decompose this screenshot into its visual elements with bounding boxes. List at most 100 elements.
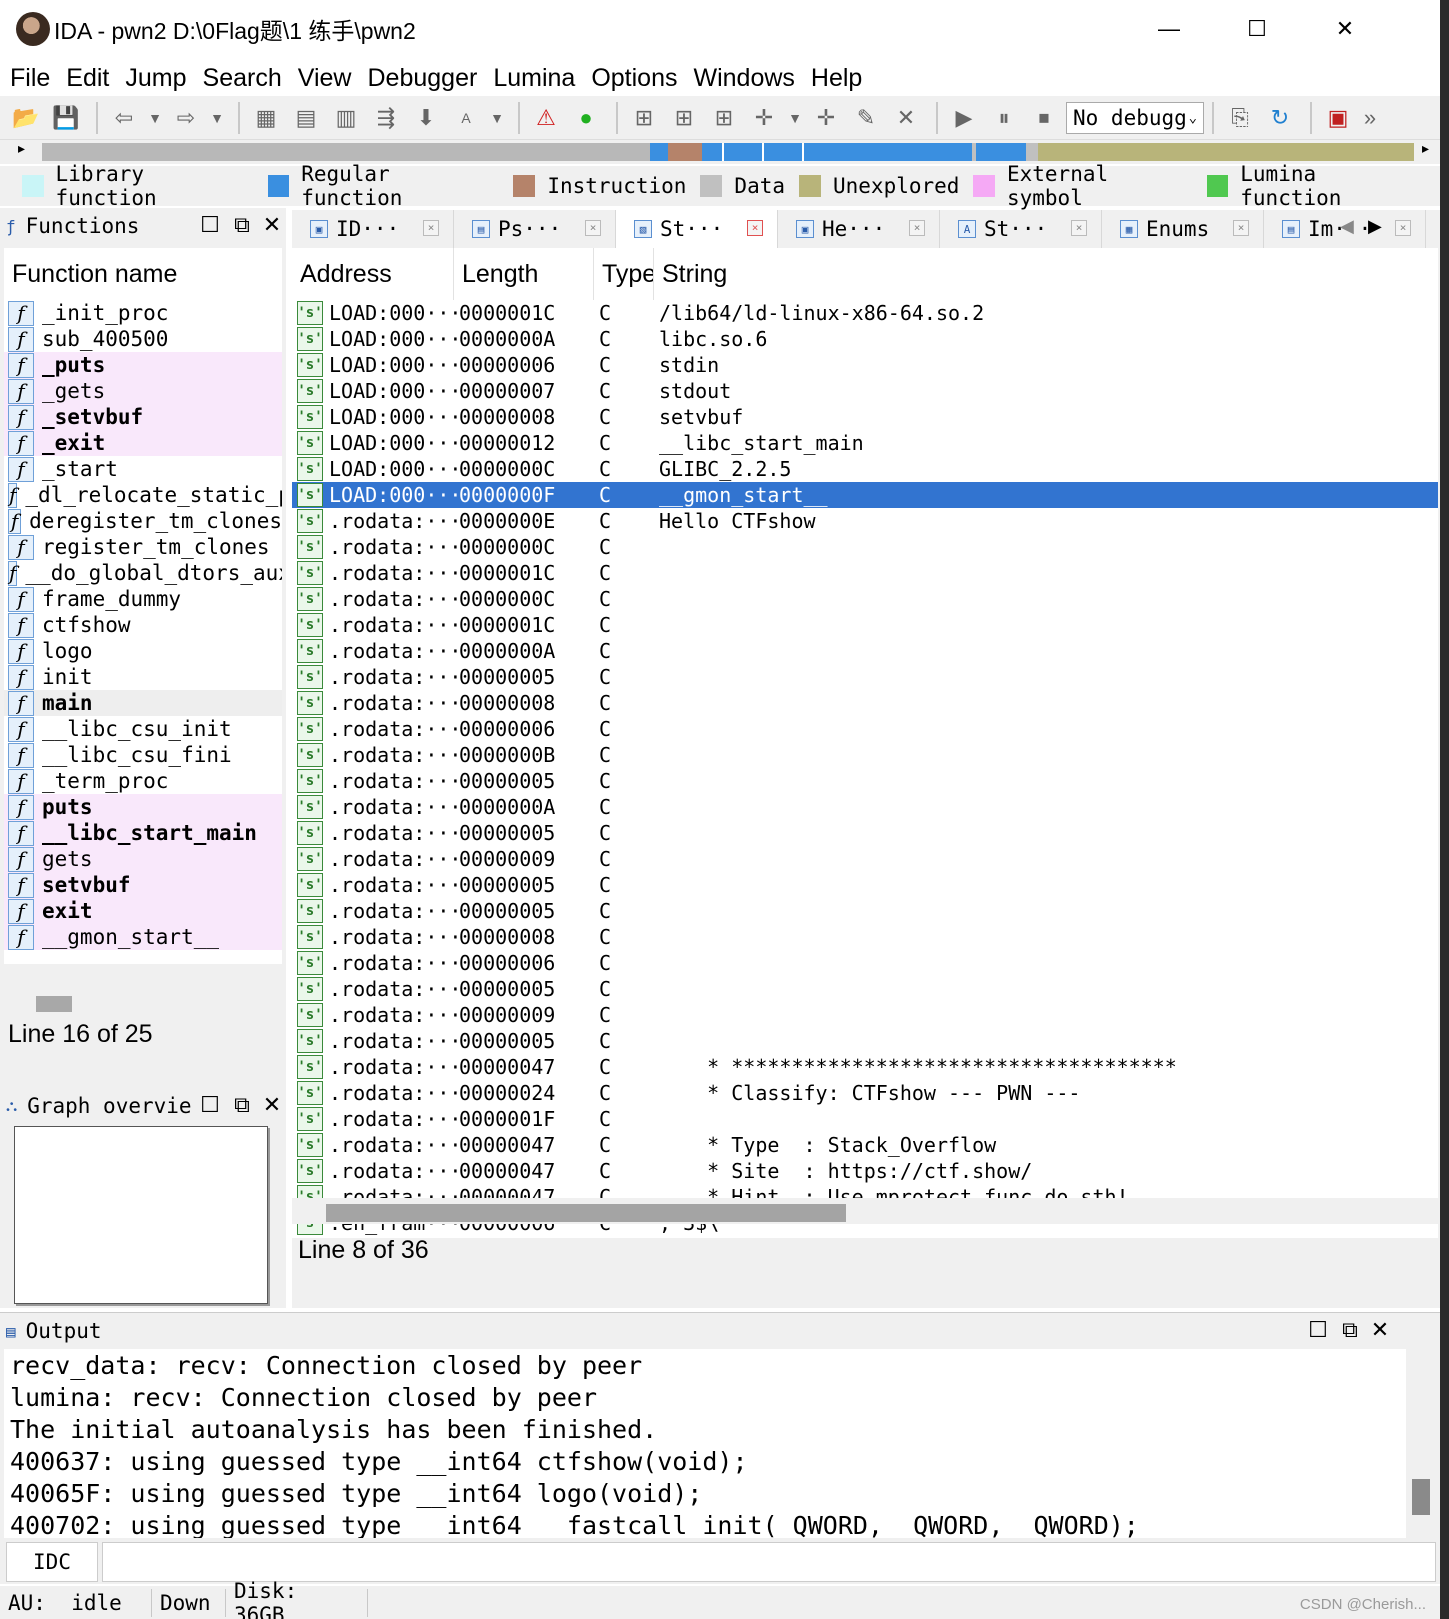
function-row[interactable]: f deregister_tm_clones xyxy=(4,508,282,534)
green-circle-icon[interactable]: ● xyxy=(568,101,604,135)
tab-view[interactable]: ▣ He··· × xyxy=(778,210,940,248)
string-row[interactable]: 's' LOAD:000··· 0000000A Clibc.so.6 xyxy=(292,326,1438,352)
function-row[interactable]: f sub_400500 xyxy=(4,326,282,352)
string-row[interactable]: 's' LOAD:000··· 0000000F C __gmon_start__ xyxy=(292,482,1438,508)
stop-icon[interactable]: ⏹ xyxy=(1026,101,1062,135)
open-folder-icon[interactable]: 📂 xyxy=(8,101,44,135)
back-arrow-icon[interactable]: ⇦ xyxy=(106,101,142,135)
tab-view[interactable]: ▤ Ps··· × xyxy=(454,210,616,248)
processor-options-icon[interactable]: ▣ xyxy=(1320,101,1356,135)
tab-view[interactable]: ▧ St··· × xyxy=(616,210,778,248)
hex-view-icon[interactable]: ▦ xyxy=(248,101,284,135)
tab-close-icon[interactable]: × xyxy=(747,220,763,236)
string-row[interactable]: 's' LOAD:000··· 00000007 Cstdout xyxy=(292,378,1438,404)
save-icon[interactable]: 💾 xyxy=(48,101,84,135)
function-row[interactable]: f puts xyxy=(4,794,282,820)
scrollbar-thumb[interactable] xyxy=(36,996,72,1012)
segment-dropdown-icon[interactable]: ▼ xyxy=(786,101,804,135)
string-row[interactable]: 's' .rodata:··· 00000006 C xyxy=(292,716,1438,742)
strings-table[interactable]: Address Length Type String 's' LOAD:000··… xyxy=(292,248,1438,1238)
tab-close-icon[interactable]: × xyxy=(909,220,925,236)
forward-arrow-icon[interactable]: ⇨ xyxy=(168,101,204,135)
function-row[interactable]: f register_tm_clones xyxy=(4,534,282,560)
output-log[interactable]: recv_data: recv: Connection closed by pe… xyxy=(4,1349,1406,1543)
function-row[interactable]: f _exit xyxy=(4,430,282,456)
horizontal-scrollbar[interactable] xyxy=(292,1198,1438,1224)
string-row[interactable]: 's' .rodata:··· 0000000C C xyxy=(292,586,1438,612)
vertical-scrollbar[interactable] xyxy=(1408,1349,1436,1543)
scrollbar-thumb[interactable] xyxy=(326,1204,846,1222)
tab-close-icon[interactable]: × xyxy=(423,220,439,236)
tab-close-icon[interactable]: × xyxy=(585,220,601,236)
navigation-strip[interactable] xyxy=(42,143,1414,161)
string-row[interactable]: 's' .rodata:··· 00000005 C xyxy=(292,664,1438,690)
string-row[interactable]: 's' LOAD:000··· 0000000C C GLIBC_2.2.5 xyxy=(292,456,1438,482)
string-literal-icon[interactable]: A xyxy=(448,101,484,135)
idc-language-button[interactable]: IDC xyxy=(6,1542,98,1582)
function-row[interactable]: f logo xyxy=(4,638,282,664)
menu-view[interactable]: View xyxy=(298,64,352,93)
function-row[interactable]: f setvbuf xyxy=(4,872,282,898)
function-row[interactable]: f _setvbuf xyxy=(4,404,282,430)
menu-help[interactable]: Help xyxy=(811,64,862,93)
column-type[interactable]: Type xyxy=(594,248,654,300)
pane-close-icon[interactable]: ✕ xyxy=(1366,1317,1394,1343)
string-row[interactable]: 's' .rodata:··· 00000005 C xyxy=(292,898,1438,924)
string-row[interactable]: 's' .rodata:··· 00000005 C xyxy=(292,768,1438,794)
function-row[interactable]: f __do_global_dtors_aux xyxy=(4,560,282,586)
tab-view[interactable]: A St··· × xyxy=(940,210,1102,248)
jump-down-icon[interactable]: ⬇ xyxy=(408,101,444,135)
string-row[interactable]: 's' .rodata:··· 00000008 C xyxy=(292,924,1438,950)
nav-right-arrow-icon[interactable]: ▸ xyxy=(1422,140,1429,157)
function-row[interactable]: f _dl_relocate_static_pie xyxy=(4,482,282,508)
pane-close-icon[interactable]: ✕ xyxy=(258,1092,286,1118)
string-row[interactable]: 's' .rodata:··· 00000024 C * Classify: CTFs… xyxy=(292,1080,1438,1106)
string-row[interactable]: 's' LOAD:000··· 0000001C C/lib64/ld-linux-x… xyxy=(292,300,1438,326)
string-dropdown-icon[interactable]: ▼ xyxy=(488,101,506,135)
menu-search[interactable]: Search xyxy=(203,64,282,93)
menu-windows[interactable]: Windows xyxy=(693,64,794,93)
string-row[interactable]: 's' LOAD:000··· 00000006 Cstdin xyxy=(292,352,1438,378)
tab-scroll-right-icon[interactable]: ▶ xyxy=(1368,216,1382,237)
warning-icon[interactable]: ⚠ xyxy=(528,101,564,135)
tab-close-icon[interactable]: × xyxy=(1233,220,1249,236)
pane-maximize-icon[interactable]: ☐ xyxy=(196,1092,224,1118)
tab-close-icon[interactable]: × xyxy=(1395,220,1411,236)
scrollbar-thumb[interactable] xyxy=(1412,1479,1430,1515)
string-row[interactable]: 's' .rodata:··· 0000001F C xyxy=(292,1106,1438,1132)
pane-maximize-icon[interactable]: ☐ xyxy=(196,212,224,238)
function-row[interactable]: f main xyxy=(4,690,282,716)
ascii-icon[interactable]: ⊞ xyxy=(706,101,742,135)
function-row[interactable]: f _gets xyxy=(4,378,282,404)
string-row[interactable]: 's' .rodata:··· 0000000E C Hello CTFshow xyxy=(292,508,1438,534)
debugger-select[interactable]: No debugg ⌄ xyxy=(1066,101,1204,134)
attach-process-icon[interactable]: ⎘ xyxy=(1222,101,1258,135)
function-row[interactable]: f __libc_csu_fini xyxy=(4,742,282,768)
tab-view[interactable]: ▦ Enums × xyxy=(1102,210,1264,248)
string-row[interactable]: 's' LOAD:000··· 00000008 Csetvbuf xyxy=(292,404,1438,430)
close-button[interactable]: ✕ xyxy=(1322,8,1368,50)
pane-float-icon[interactable]: ⧉ xyxy=(1336,1317,1364,1343)
edit-icon[interactable]: ✎ xyxy=(848,101,884,135)
cross-reference-icon[interactable]: ✛ xyxy=(808,101,844,135)
function-row[interactable]: f gets xyxy=(4,846,282,872)
function-row[interactable]: f init xyxy=(4,664,282,690)
string-row[interactable]: 's' .rodata:··· 0000000C C xyxy=(292,534,1438,560)
toolbar-overflow-icon[interactable]: » xyxy=(1360,101,1380,135)
text-view-icon[interactable]: ▤ xyxy=(288,101,324,135)
string-row[interactable]: 's' .rodata:··· 00000047 C * Type : Stack_O… xyxy=(292,1132,1438,1158)
function-row[interactable]: f _start xyxy=(4,456,282,482)
binary-view-icon[interactable]: ▥ xyxy=(328,101,364,135)
minimize-button[interactable]: — xyxy=(1146,8,1192,50)
menu-debugger[interactable]: Debugger xyxy=(368,64,478,93)
menu-file[interactable]: File xyxy=(10,64,50,93)
menu-lumina[interactable]: Lumina xyxy=(493,64,575,93)
play-icon[interactable]: ▶ xyxy=(946,101,982,135)
structures-icon[interactable]: ⇶ xyxy=(368,101,404,135)
back-dropdown-icon[interactable]: ▼ xyxy=(146,101,164,135)
string-row[interactable]: 's' .rodata:··· 00000009 C xyxy=(292,846,1438,872)
string-row[interactable]: 's' .rodata:··· 0000000B C xyxy=(292,742,1438,768)
data-icon[interactable]: ⊞ xyxy=(666,101,702,135)
menu-options[interactable]: Options xyxy=(591,64,677,93)
string-row[interactable]: 's' .rodata:··· 00000005 C xyxy=(292,820,1438,846)
